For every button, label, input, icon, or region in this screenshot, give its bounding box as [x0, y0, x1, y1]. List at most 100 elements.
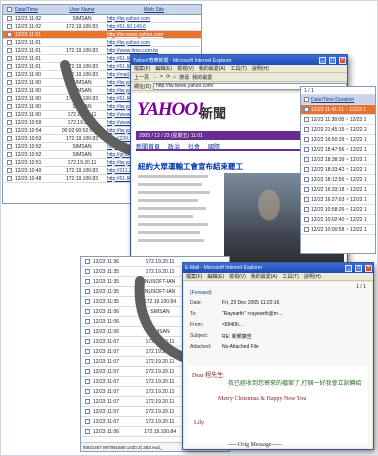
toolbar-button[interactable]: 搜尋	[179, 74, 189, 81]
row-checkbox[interactable]	[3, 136, 15, 141]
row-checkbox[interactable]	[3, 16, 15, 21]
row-checkbox[interactable]	[3, 104, 15, 109]
row-checkbox[interactable]	[301, 137, 311, 142]
minimize-button[interactable]: _	[345, 264, 352, 272]
toolbar-button[interactable]: ×	[160, 74, 163, 80]
table-row[interactable]: 12/22 10:58:26 ~ 12/22 1	[301, 205, 375, 215]
table-row[interactable]: 12/22 18:33:42 ~ 12/22 1	[301, 165, 375, 175]
maximize-button[interactable]: □	[355, 264, 362, 272]
row-checkbox[interactable]	[3, 96, 15, 101]
table-row[interactable]: 12/23 11:01 http://tw.news.yahoo.com	[3, 31, 201, 39]
row-checkbox[interactable]	[3, 24, 15, 29]
yahoo-logo[interactable]: YAHOO!	[137, 99, 204, 121]
row-checkbox[interactable]	[81, 339, 93, 344]
table-row[interactable]: 12/22 19:50:39 ~ 12/22 1	[301, 135, 375, 145]
menu-item[interactable]: 我的最愛(A)	[199, 65, 226, 72]
row-checkbox[interactable]	[301, 147, 311, 152]
menu-item[interactable]: 我的最愛(A)	[251, 273, 278, 280]
select-all-checkbox[interactable]	[3, 7, 15, 12]
row-checkbox[interactable]	[81, 399, 93, 404]
row-checkbox[interactable]	[301, 177, 311, 182]
row-checkbox[interactable]	[81, 409, 93, 414]
row-website-link[interactable]: http://www.timo.com.tw	[105, 48, 201, 54]
row-checkbox[interactable]	[3, 112, 15, 117]
row-checkbox[interactable]	[301, 227, 311, 232]
table-row[interactable]: 12/23 11:41:11 ~ 12/23 1	[301, 105, 375, 115]
menu-item[interactable]: 編輯(E)	[207, 273, 224, 280]
toolbar-button[interactable]: 上一頁	[134, 74, 149, 81]
row-checkbox[interactable]	[301, 167, 311, 172]
table-row[interactable]: 12/22 16:27:03 ~ 12/22 1	[301, 195, 375, 205]
menu-item[interactable]: 工具(T)	[230, 65, 246, 72]
window-titlebar[interactable]: E-Mail - Microsoft Internet Explorer _ □…	[183, 263, 373, 273]
news-headline[interactable]: 紐約大眾運輸工會宣布結束罷工	[138, 161, 243, 172]
row-checkbox[interactable]	[301, 207, 311, 212]
row-checkbox[interactable]	[81, 289, 93, 294]
row-checkbox[interactable]	[301, 117, 311, 122]
forward-button[interactable]: (Forward)	[190, 290, 212, 296]
menu-item[interactable]: 檔案(F)	[186, 273, 202, 280]
window-titlebar[interactable]: Yahoo!奇摩新聞 - Microsoft Internet Explorer…	[131, 55, 347, 65]
close-button[interactable]: ×	[339, 56, 346, 64]
toolbar-button[interactable]: ⟳	[166, 74, 170, 80]
row-checkbox[interactable]	[81, 269, 93, 274]
table-row[interactable]: 12/23 11:38:08 ~ 12/23 1	[301, 115, 375, 125]
select-all-checkbox[interactable]	[301, 97, 311, 102]
row-checkbox[interactable]	[3, 56, 15, 61]
website-column-header[interactable]: Web Site	[105, 7, 201, 13]
row-checkbox[interactable]	[81, 279, 93, 284]
menu-item[interactable]: 檔案(F)	[134, 65, 150, 72]
row-checkbox[interactable]	[3, 176, 15, 181]
row-website-link[interactable]: http://tw.yahoo.com	[105, 16, 201, 22]
row-checkbox[interactable]	[3, 120, 15, 125]
row-checkbox[interactable]	[81, 329, 93, 334]
row-website-link[interactable]: http://tw.yahoo.com	[105, 40, 201, 46]
menu-item[interactable]: 工具(T)	[282, 273, 298, 280]
row-checkbox[interactable]	[81, 429, 93, 434]
row-checkbox[interactable]	[301, 157, 311, 162]
row-checkbox[interactable]	[3, 40, 15, 45]
table-row[interactable]: 12/23 11:01 http://tw.yahoo.com	[3, 39, 201, 47]
row-checkbox[interactable]	[301, 107, 311, 112]
toolbar-button[interactable]: ⌂	[173, 74, 176, 80]
row-checkbox[interactable]	[81, 299, 93, 304]
table-row[interactable]: 12/22 18:38:39 ~ 12/22 1	[301, 155, 375, 165]
row-checkbox[interactable]	[81, 349, 93, 354]
section-tab[interactable]: 社會	[188, 142, 200, 149]
row-checkbox[interactable]	[3, 80, 15, 85]
row-checkbox[interactable]	[301, 217, 311, 222]
row-checkbox[interactable]	[301, 197, 311, 202]
maximize-button[interactable]: □	[329, 56, 336, 64]
row-checkbox[interactable]	[3, 152, 15, 157]
row-checkbox[interactable]	[81, 369, 93, 374]
row-checkbox[interactable]	[3, 128, 15, 133]
toolbar-button[interactable]: 我的最愛	[192, 74, 212, 81]
menu-item[interactable]: 檢視(V)	[177, 65, 194, 72]
menu-item[interactable]: 檢視(V)	[229, 273, 246, 280]
menu-item[interactable]: 說明(H)	[252, 65, 269, 72]
table-row[interactable]: 12/22 21:45:15 ~ 12/22 2	[301, 125, 375, 135]
row-checkbox[interactable]	[301, 127, 311, 132]
table-row[interactable]: 12/22 10:00:58 ~ 12/22 1	[301, 225, 375, 235]
section-tab[interactable]: 政治	[168, 142, 180, 149]
row-checkbox[interactable]	[81, 319, 93, 324]
row-checkbox[interactable]	[81, 259, 93, 264]
table-row[interactable]: 12/22 18:47:56 ~ 12/22 1	[301, 145, 375, 155]
row-checkbox[interactable]	[81, 419, 93, 424]
menu-item[interactable]: 編輯(E)	[155, 65, 172, 72]
close-button[interactable]: ×	[365, 264, 372, 272]
row-checkbox[interactable]	[81, 389, 93, 394]
row-checkbox[interactable]	[81, 309, 93, 314]
section-tab[interactable]: 國際	[208, 142, 220, 149]
toolbar-button[interactable]: →	[152, 74, 157, 80]
row-website-link[interactable]: http://61.60.143.6	[105, 24, 201, 30]
datetime-column-header[interactable]: Date/Time	[15, 7, 59, 13]
table-row[interactable]: 12/22 18:12:56 ~ 12/22 1	[301, 175, 375, 185]
row-checkbox[interactable]	[3, 32, 15, 37]
section-tab[interactable]: 新聞首頁	[136, 142, 160, 149]
row-checkbox[interactable]	[3, 88, 15, 93]
row-checkbox[interactable]	[81, 359, 93, 364]
row-checkbox[interactable]	[3, 64, 15, 69]
username-column-header[interactable]: User Name	[59, 7, 105, 13]
row-checkbox[interactable]	[3, 72, 15, 77]
